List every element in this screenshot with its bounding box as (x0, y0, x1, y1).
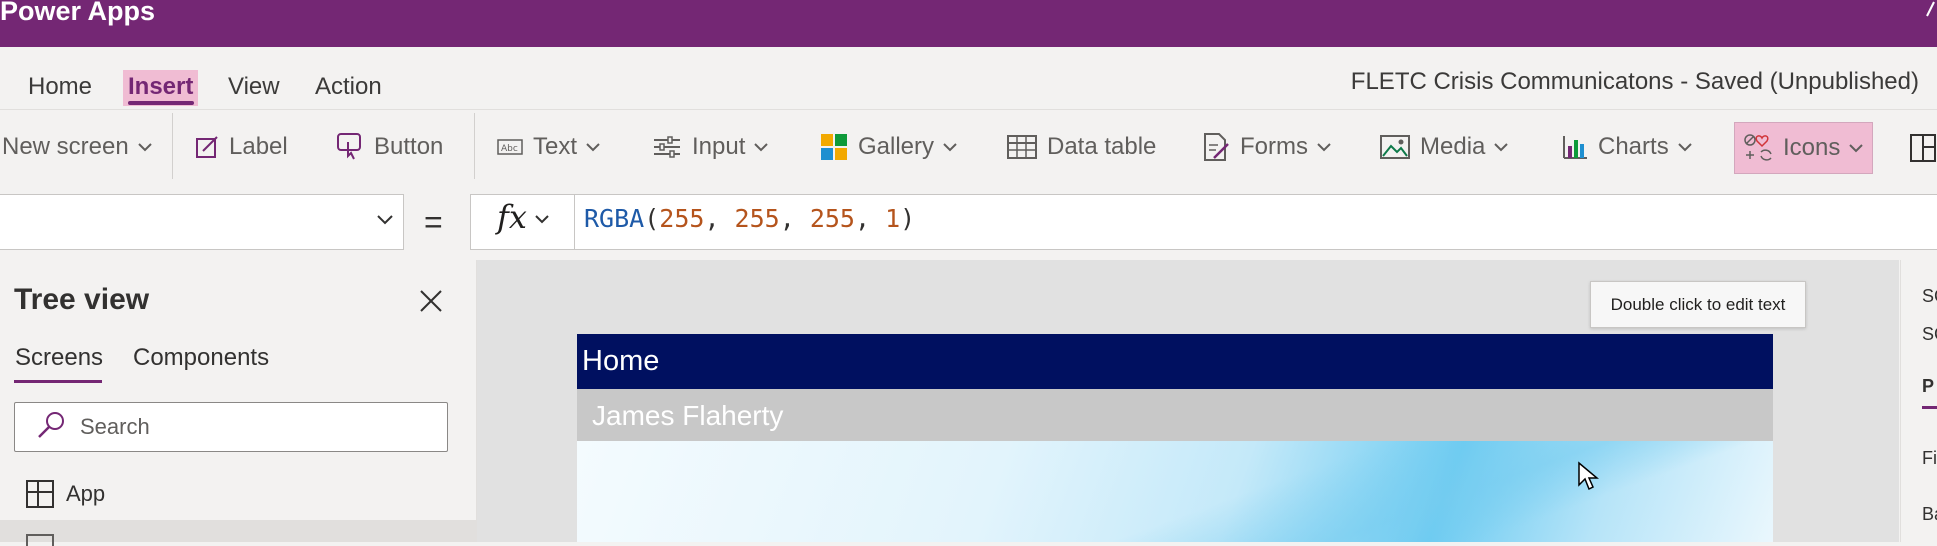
text-icon: Abc (497, 139, 523, 155)
chevron-down-icon (377, 215, 393, 225)
tree-item-app[interactable]: App (66, 481, 105, 507)
forms-label: Forms (1240, 133, 1308, 160)
label-button[interactable]: Label (195, 122, 288, 172)
screen-header-label[interactable]: Home (582, 345, 659, 378)
chevron-down-icon (1849, 144, 1864, 153)
charts-dropdown[interactable]: Charts (1562, 122, 1693, 172)
tab-components[interactable]: Components (133, 344, 269, 372)
rp-fragment-4: Fi (1922, 448, 1937, 468)
forms-dropdown[interactable]: Forms (1202, 122, 1332, 172)
formula-function: RGBA (584, 204, 645, 233)
button-icon (337, 133, 361, 160)
text-label: Text (533, 133, 578, 160)
tree-view-title: Tree view (14, 283, 150, 316)
gallery-dropdown[interactable]: Gallery (820, 122, 958, 172)
data-table-label: Data table (1047, 133, 1157, 160)
document-title: FLETC Crisis Communicatons - Saved (Unpu… (1350, 68, 1919, 95)
property-dropdown[interactable] (0, 194, 404, 250)
search-placeholder: Search (80, 414, 150, 439)
equals-sign: = (424, 204, 443, 240)
chevron-down-icon (586, 143, 600, 152)
menu-insert-underline (128, 101, 194, 105)
new-screen-label: New screen (2, 133, 129, 160)
menu-action[interactable]: Action (315, 70, 382, 106)
charts-icon (1563, 136, 1587, 159)
data-table-button[interactable]: Data table (1007, 122, 1156, 172)
formula-arg-a: 1 (885, 204, 901, 233)
data-table-icon (1007, 135, 1037, 159)
edit-tooltip: Double click to edit text (1590, 281, 1806, 328)
label-icon (196, 136, 218, 158)
user-name-label[interactable]: James Flaherty (592, 400, 783, 432)
rp-tab-properties[interactable]: P (1922, 376, 1934, 397)
menu-view[interactable]: View (228, 70, 280, 106)
media-label: Media (1420, 133, 1486, 160)
ribbon-separator (172, 113, 173, 179)
formula-arg-g: 255 (734, 204, 780, 233)
label-label: Label (229, 133, 288, 160)
cursor-icon (1578, 461, 1599, 491)
input-icon (654, 136, 680, 158)
input-label: Input (692, 133, 746, 160)
formula-arg-b: 255 (809, 204, 855, 233)
menu-home[interactable]: Home (28, 70, 92, 106)
app-icon (26, 480, 54, 508)
media-icon (1380, 135, 1410, 159)
tab-screens[interactable]: Screens (15, 344, 103, 372)
input-dropdown[interactable]: Input (652, 122, 769, 172)
rp-fragment-5: Ba (1922, 504, 1937, 524)
button-label: Button (374, 133, 444, 160)
chevron-down-icon (535, 215, 549, 224)
tree-item-selected[interactable] (0, 520, 476, 542)
rp-tab-underline (1922, 406, 1937, 409)
background-image[interactable] (577, 441, 1773, 542)
rp-fragment-1: SC (1922, 286, 1937, 306)
close-icon[interactable] (418, 288, 444, 314)
tab-screens-underline (14, 380, 102, 383)
formula-separator: , (704, 204, 735, 233)
chevron-down-icon (943, 143, 957, 152)
ribbon-separator (474, 113, 475, 179)
layout-icon (1910, 134, 1936, 162)
chevron-down-icon (138, 143, 152, 152)
icons-icon (1744, 134, 1772, 161)
fx-icon: fx (497, 198, 527, 236)
formula-arg-r: 255 (659, 204, 705, 233)
title-bar (0, 0, 1937, 47)
icons-dropdown[interactable]: Icons (1734, 122, 1874, 174)
gallery-label: Gallery (858, 133, 935, 160)
svg-text:Abc: Abc (501, 144, 518, 154)
rp-fragment-2: SC (1922, 324, 1937, 344)
charts-label: Charts (1598, 133, 1669, 160)
screen-icon (26, 534, 54, 546)
chevron-down-icon (754, 143, 769, 152)
chevron-down-icon (1494, 143, 1509, 152)
button-button[interactable]: Button (336, 122, 443, 172)
icons-label: Icons (1783, 134, 1841, 161)
chevron-down-icon (1317, 143, 1331, 152)
screen-header-bar[interactable] (577, 334, 1773, 389)
new-screen-button[interactable]: New screen (2, 122, 153, 172)
text-dropdown[interactable]: Abc Text (497, 122, 601, 172)
app-title: Power Apps (0, 0, 156, 26)
window-control[interactable] (1925, 0, 1935, 18)
media-dropdown[interactable]: Media (1380, 122, 1509, 172)
chevron-down-icon (1677, 143, 1692, 152)
formula-text: RGBA(255, 255, 255, 1) (584, 204, 915, 233)
more-controls-button[interactable] (1910, 134, 1937, 167)
formula-separator: , (779, 204, 810, 233)
search-icon (38, 412, 64, 438)
forms-icon (1204, 133, 1229, 161)
formula-open-paren: ( (644, 204, 660, 233)
formula-separator: , (854, 204, 886, 233)
gallery-icon (821, 134, 847, 160)
formula-close-paren: ) (900, 204, 916, 233)
